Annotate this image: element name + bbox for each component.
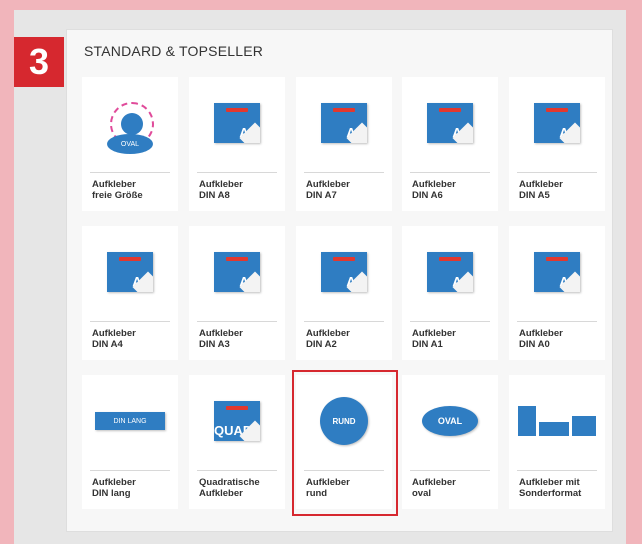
product-label: Aufkleber rund (306, 477, 350, 499)
product-card[interactable]: Aufkleber mit Sonderformat (509, 375, 605, 509)
product-sticker-image: A1 (427, 252, 473, 292)
product-sticker-image: A8 (214, 103, 260, 143)
product-thumbnail: OVAL (402, 375, 498, 467)
product-thumbnail: A1 (402, 226, 498, 318)
card-divider (517, 172, 597, 173)
product-thumbnail: A0 (509, 226, 605, 318)
card-divider (197, 172, 277, 173)
product-card[interactable]: A2 Aufkleber DIN A2 (296, 226, 392, 360)
product-label: Aufkleber oval (412, 477, 456, 499)
product-sticker-image: A3 (214, 252, 260, 292)
card-divider (517, 321, 597, 322)
product-sticker-image: RUND (320, 397, 368, 445)
card-divider (197, 321, 277, 322)
card-divider (90, 470, 170, 471)
product-sticker-image: A6 (427, 103, 473, 143)
product-card[interactable]: A5 Aufkleber DIN A5 (509, 77, 605, 211)
product-thumbnail: DIN LANG (82, 375, 178, 467)
product-card[interactable]: A4 Aufkleber DIN A4 (82, 226, 178, 360)
product-label: Aufkleber DIN A1 (412, 328, 456, 350)
product-thumbnail: A7 (296, 77, 392, 169)
product-thumbnail: A6 (402, 77, 498, 169)
product-card[interactable]: A6 Aufkleber DIN A6 (402, 77, 498, 211)
product-label: Aufkleber DIN A4 (92, 328, 136, 350)
card-divider (304, 321, 384, 322)
card-divider (517, 470, 597, 471)
product-label: Aufkleber DIN A0 (519, 328, 563, 350)
product-sticker-image: A5 (534, 103, 580, 143)
product-thumbnail: A5 (509, 77, 605, 169)
product-label: Aufkleber DIN A8 (199, 179, 243, 201)
product-card[interactable]: OVAL Aufkleber freie Größe (82, 77, 178, 211)
product-sticker-image: OVAL (422, 406, 478, 436)
product-sticker-image: A4 (107, 252, 153, 292)
product-card[interactable]: A0 Aufkleber DIN A0 (509, 226, 605, 360)
product-card[interactable]: A7 Aufkleber DIN A7 (296, 77, 392, 211)
product-label: Aufkleber freie Größe (92, 179, 143, 201)
section-title: STANDARD & TOPSELLER (84, 43, 264, 59)
product-sticker-image: A2 (321, 252, 367, 292)
product-sticker-image: OVAL (95, 88, 165, 158)
card-divider (410, 172, 490, 173)
product-label: Aufkleber DIN A7 (306, 179, 350, 201)
product-thumbnail: QUADR (189, 375, 285, 467)
product-card[interactable]: DIN LANG Aufkleber DIN lang (82, 375, 178, 509)
product-thumbnail: OVAL (82, 77, 178, 169)
card-divider (90, 321, 170, 322)
card-divider (90, 172, 170, 173)
product-sticker-image: DIN LANG (95, 412, 165, 430)
product-thumbnail: A8 (189, 77, 285, 169)
step-badge: 3 (14, 37, 64, 87)
product-thumbnail: A3 (189, 226, 285, 318)
product-label: Aufkleber DIN A5 (519, 179, 563, 201)
product-label: Aufkleber DIN A2 (306, 328, 350, 350)
card-divider (197, 470, 277, 471)
card-divider (304, 470, 384, 471)
product-sticker-image: A0 (534, 252, 580, 292)
product-sticker-image: A7 (321, 103, 367, 143)
product-thumbnail: A4 (82, 226, 178, 318)
product-label: Quadratische Aufkleber (199, 477, 260, 499)
product-card[interactable]: QUADR Quadratische Aufkleber (189, 375, 285, 509)
product-card[interactable]: OVAL Aufkleber oval (402, 375, 498, 509)
product-card[interactable]: RUND Aufkleber rund (296, 375, 392, 509)
product-label: Aufkleber DIN lang (92, 477, 136, 499)
product-sticker-image: QUADR (214, 401, 260, 441)
product-card[interactable]: A1 Aufkleber DIN A1 (402, 226, 498, 360)
product-sticker-image (518, 406, 596, 436)
product-label: Aufkleber mit Sonderformat (519, 477, 582, 499)
card-divider (410, 321, 490, 322)
product-card[interactable]: A3 Aufkleber DIN A3 (189, 226, 285, 360)
product-thumbnail (509, 375, 605, 467)
product-label: Aufkleber DIN A3 (199, 328, 243, 350)
product-label: Aufkleber DIN A6 (412, 179, 456, 201)
product-card[interactable]: A8 Aufkleber DIN A8 (189, 77, 285, 211)
card-divider (410, 470, 490, 471)
product-thumbnail: RUND (296, 375, 392, 467)
card-divider (304, 172, 384, 173)
product-thumbnail: A2 (296, 226, 392, 318)
